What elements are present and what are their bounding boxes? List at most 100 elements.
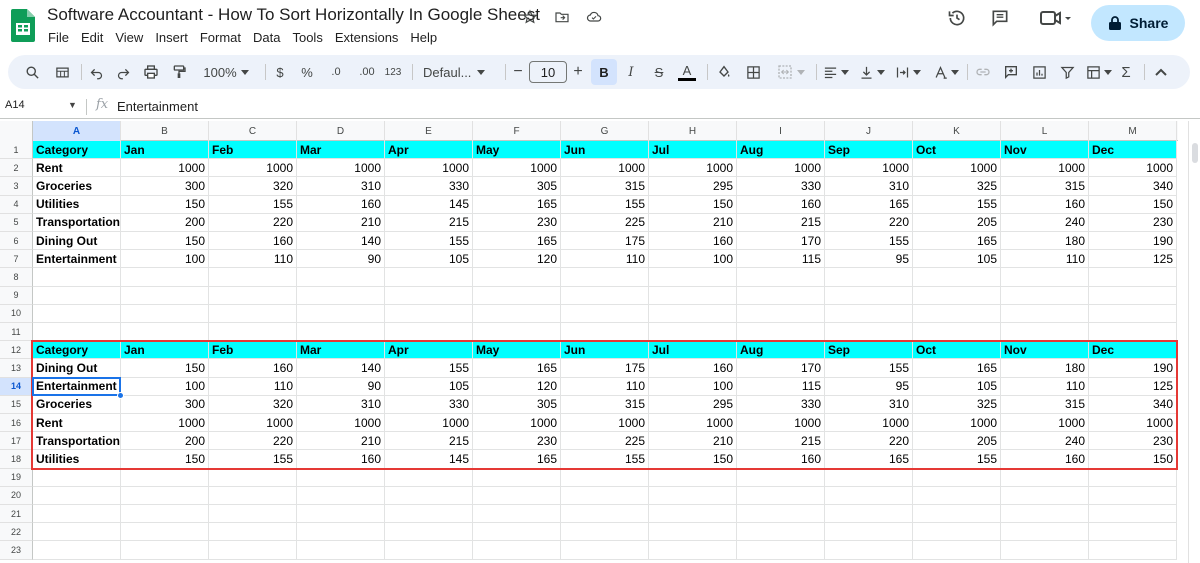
cell-c2[interactable]: 1000 <box>209 159 297 178</box>
cell-e10[interactable] <box>385 304 473 323</box>
cell-i14[interactable]: 115 <box>737 377 825 396</box>
cell-c22[interactable] <box>209 523 297 542</box>
cell-m15[interactable]: 340 <box>1089 395 1177 414</box>
cell-a13[interactable]: Dining Out <box>33 359 121 378</box>
cell-l18[interactable]: 160 <box>1001 450 1089 469</box>
cell-k18[interactable]: 155 <box>913 450 1001 469</box>
bold-button[interactable]: B <box>591 59 617 85</box>
cell-h20[interactable] <box>649 486 737 505</box>
cell-d11[interactable] <box>297 323 385 342</box>
cell-d16[interactable]: 1000 <box>297 414 385 433</box>
cell-m19[interactable] <box>1089 468 1177 487</box>
cell-b3[interactable]: 300 <box>121 177 209 196</box>
row-header[interactable]: 9 <box>0 286 33 305</box>
cell-f7[interactable]: 120 <box>473 250 561 269</box>
cell-d18[interactable]: 160 <box>297 450 385 469</box>
cell-d3[interactable]: 310 <box>297 177 385 196</box>
cell-h21[interactable] <box>649 505 737 524</box>
cell-i2[interactable]: 1000 <box>737 159 825 178</box>
cell-g19[interactable] <box>561 468 649 487</box>
cell-l3[interactable]: 315 <box>1001 177 1089 196</box>
cell-f22[interactable] <box>473 523 561 542</box>
cell-a16[interactable]: Rent <box>33 414 121 433</box>
row-header[interactable]: 15 <box>0 395 33 414</box>
cell-m16[interactable]: 1000 <box>1089 414 1177 433</box>
cell-l22[interactable] <box>1001 523 1089 542</box>
cell-j11[interactable] <box>825 323 913 342</box>
cell-k22[interactable] <box>913 523 1001 542</box>
cell-m23[interactable] <box>1089 541 1177 560</box>
search-menus-icon[interactable] <box>22 55 42 89</box>
cell-h3[interactable]: 295 <box>649 177 737 196</box>
cell-d4[interactable]: 160 <box>297 195 385 214</box>
cell-a11[interactable] <box>33 323 121 342</box>
cell-d19[interactable] <box>297 468 385 487</box>
cell-l20[interactable] <box>1001 486 1089 505</box>
cell-i10[interactable] <box>737 304 825 323</box>
cell-b6[interactable]: 150 <box>121 232 209 251</box>
filter-icon[interactable] <box>1057 55 1077 89</box>
cell-g2[interactable]: 1000 <box>561 159 649 178</box>
cell-d15[interactable]: 310 <box>297 395 385 414</box>
share-button[interactable]: Share <box>1091 5 1185 41</box>
cell-e21[interactable] <box>385 505 473 524</box>
cell-k1[interactable]: Oct <box>913 141 1001 160</box>
column-header-a[interactable]: A <box>33 121 121 141</box>
cell-k10[interactable] <box>913 304 1001 323</box>
cell-j2[interactable]: 1000 <box>825 159 913 178</box>
row-header[interactable]: 7 <box>0 250 33 269</box>
cell-d12[interactable]: Mar <box>297 341 385 360</box>
cell-e15[interactable]: 330 <box>385 395 473 414</box>
column-header-f[interactable]: F <box>473 121 561 141</box>
cell-l2[interactable]: 1000 <box>1001 159 1089 178</box>
cell-j16[interactable]: 1000 <box>825 414 913 433</box>
row-header[interactable]: 6 <box>0 232 33 251</box>
cell-b10[interactable] <box>121 304 209 323</box>
cell-j5[interactable]: 220 <box>825 213 913 232</box>
menu-file[interactable]: File <box>48 29 69 46</box>
cell-j15[interactable]: 310 <box>825 395 913 414</box>
cell-l16[interactable]: 1000 <box>1001 414 1089 433</box>
decrease-font-size-button[interactable]: − <box>510 55 526 89</box>
cell-k20[interactable] <box>913 486 1001 505</box>
cell-a12[interactable]: Category <box>33 341 121 360</box>
column-header-j[interactable]: J <box>825 121 913 141</box>
cell-l1[interactable]: Nov <box>1001 141 1089 160</box>
column-header-l[interactable]: L <box>1001 121 1089 141</box>
cell-g15[interactable]: 315 <box>561 395 649 414</box>
cell-k14[interactable]: 105 <box>913 377 1001 396</box>
cell-i11[interactable] <box>737 323 825 342</box>
cell-j4[interactable]: 165 <box>825 195 913 214</box>
cell-f20[interactable] <box>473 486 561 505</box>
cell-e23[interactable] <box>385 541 473 560</box>
row-header[interactable]: 2 <box>0 159 33 178</box>
cell-e13[interactable]: 155 <box>385 359 473 378</box>
cell-i6[interactable]: 170 <box>737 232 825 251</box>
cell-g10[interactable] <box>561 304 649 323</box>
cell-k6[interactable]: 165 <box>913 232 1001 251</box>
cell-h7[interactable]: 100 <box>649 250 737 269</box>
cell-i12[interactable]: Aug <box>737 341 825 360</box>
cell-g21[interactable] <box>561 505 649 524</box>
cell-l19[interactable] <box>1001 468 1089 487</box>
cell-a14[interactable]: Entertainment <box>33 377 121 396</box>
menu-format[interactable]: Format <box>200 29 241 46</box>
cell-c17[interactable]: 220 <box>209 432 297 451</box>
decrease-decimal-button[interactable]: .0 <box>324 55 348 89</box>
row-header[interactable]: 10 <box>0 304 33 323</box>
cell-i13[interactable]: 170 <box>737 359 825 378</box>
cell-m20[interactable] <box>1089 486 1177 505</box>
cell-h1[interactable]: Jul <box>649 141 737 160</box>
cell-h6[interactable]: 160 <box>649 232 737 251</box>
cell-c8[interactable] <box>209 268 297 287</box>
cell-b20[interactable] <box>121 486 209 505</box>
cell-f11[interactable] <box>473 323 561 342</box>
cell-a23[interactable] <box>33 541 121 560</box>
cell-m11[interactable] <box>1089 323 1177 342</box>
cell-k21[interactable] <box>913 505 1001 524</box>
cell-f3[interactable]: 305 <box>473 177 561 196</box>
print-icon[interactable] <box>141 55 161 89</box>
cell-d21[interactable] <box>297 505 385 524</box>
cell-l15[interactable]: 315 <box>1001 395 1089 414</box>
cell-l23[interactable] <box>1001 541 1089 560</box>
